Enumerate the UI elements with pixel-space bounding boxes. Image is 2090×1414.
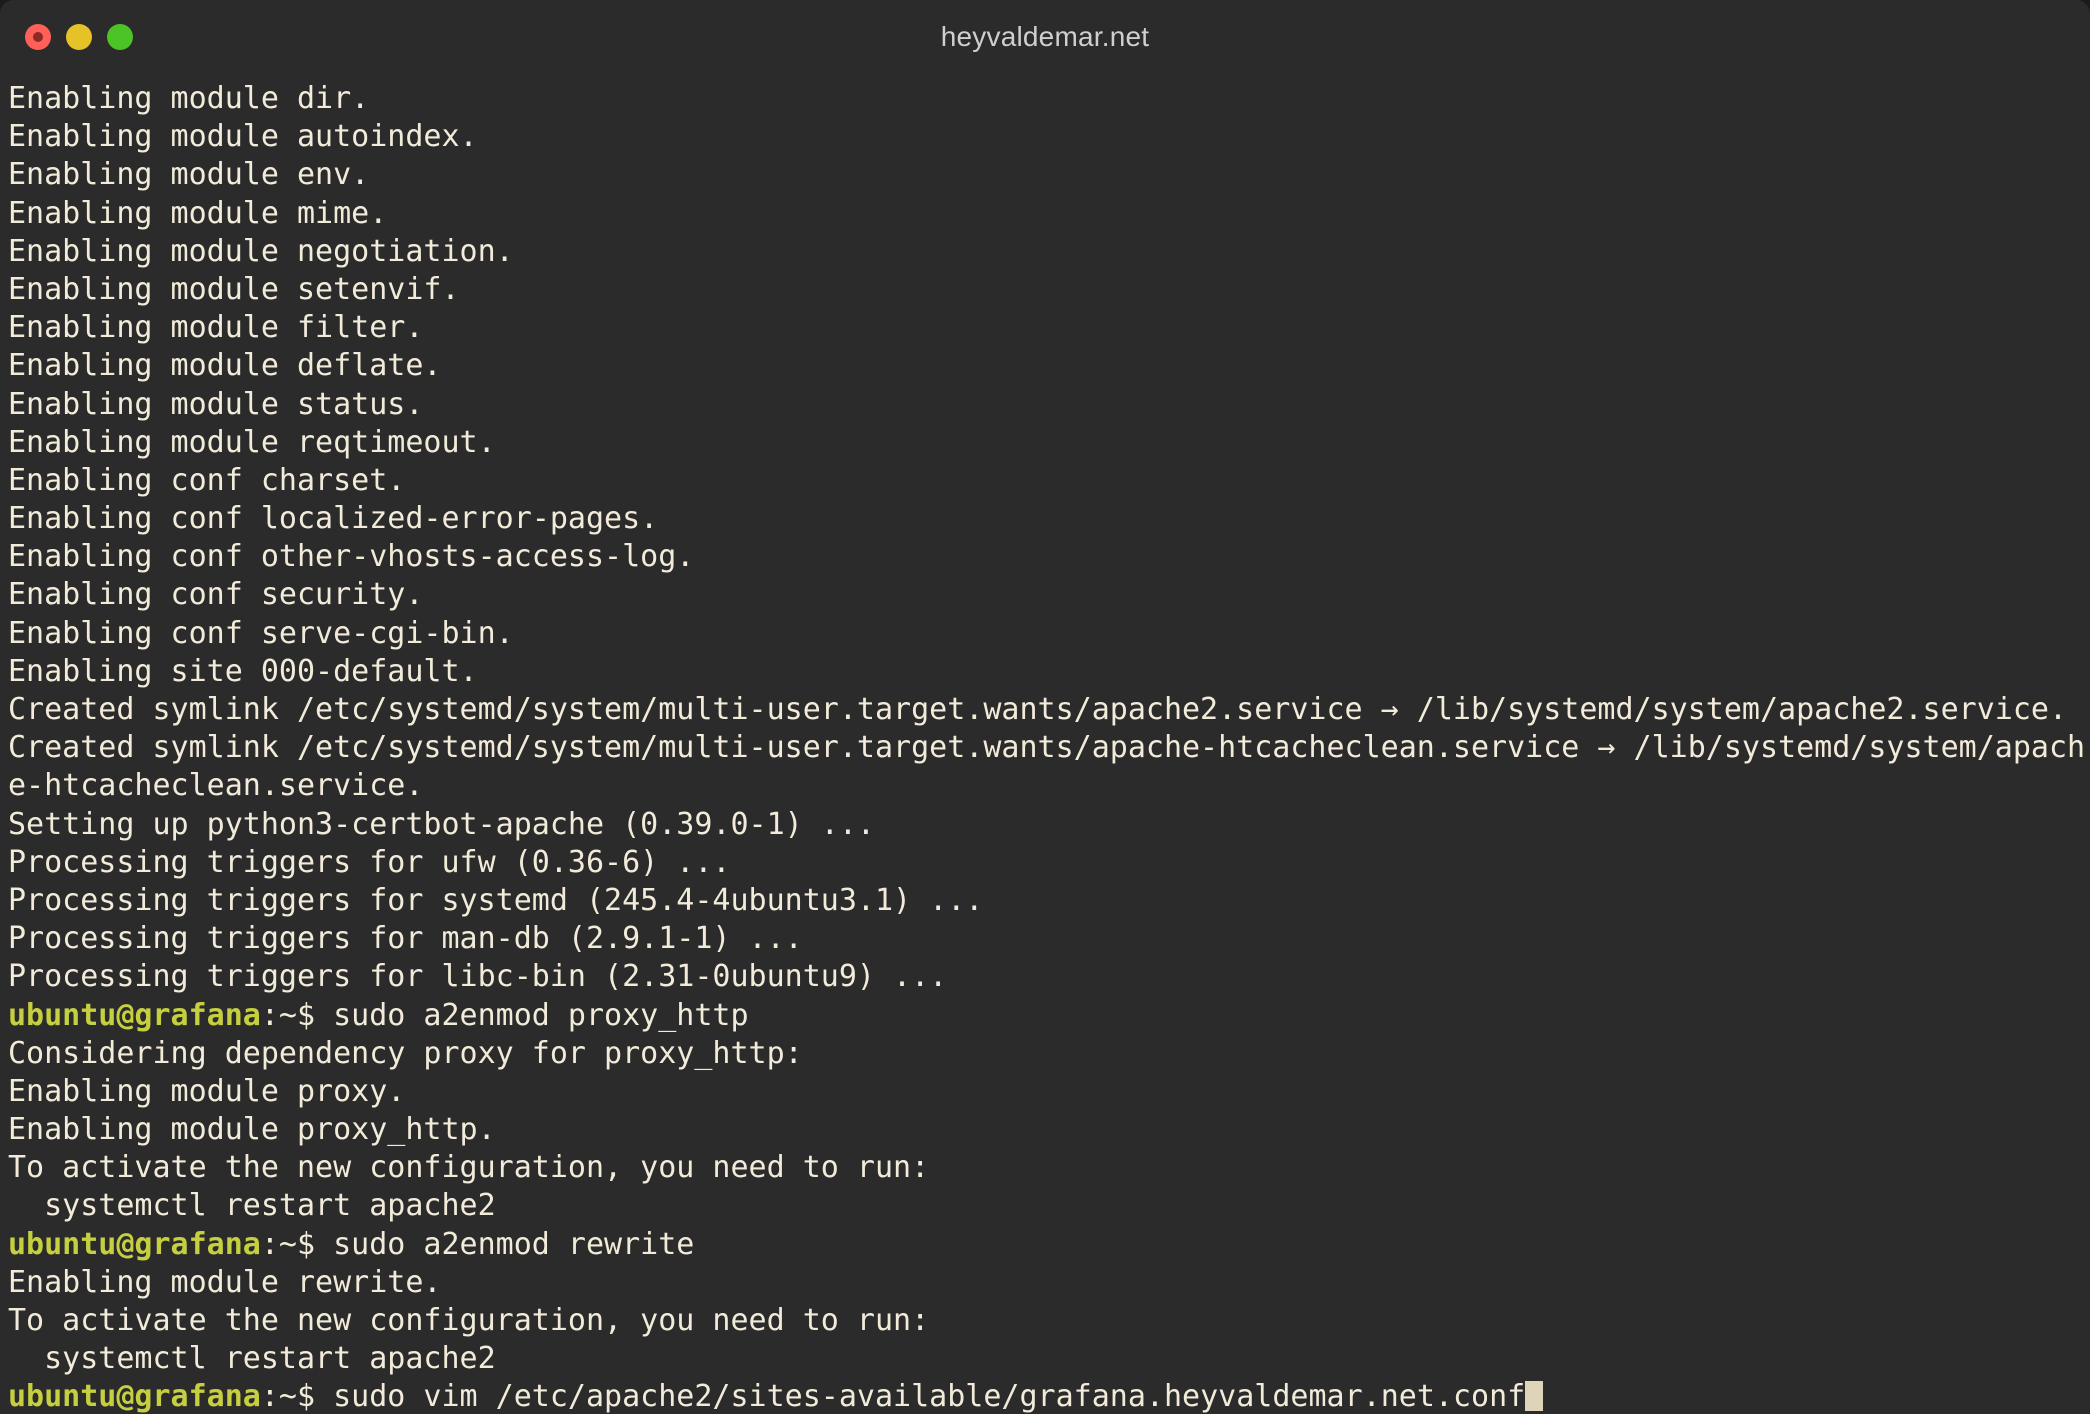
terminal-output-line: Enabling conf serve-cgi-bin. bbox=[8, 615, 514, 651]
terminal-output-line: Created symlink /etc/systemd/system/mult… bbox=[8, 692, 2068, 727]
terminal-output-line: Enabling conf security. bbox=[8, 577, 424, 613]
terminal-output-line: Enabling module proxy_http. bbox=[8, 1112, 496, 1148]
terminal-output-line: Enabling module deflate. bbox=[8, 348, 442, 384]
shell-prompt-user-host: ubuntu@grafana bbox=[8, 1226, 261, 1262]
terminal-command-line: ubuntu@grafana:~$ sudo a2enmod rewrite bbox=[8, 1226, 2090, 1264]
terminal-output-line: Enabling module reqtimeout. bbox=[8, 424, 496, 460]
terminal-output-line: systemctl restart apache2 bbox=[8, 1188, 496, 1224]
terminal-output-line: Enabling module filter. bbox=[8, 310, 424, 346]
shell-prompt-user-host: ubuntu@grafana bbox=[8, 1379, 261, 1414]
shell-prompt-path: :~$ bbox=[260, 1379, 334, 1414]
terminal-output-line: Enabling module proxy. bbox=[8, 1073, 406, 1109]
terminal-output-line: Processing triggers for man-db (2.9.1-1)… bbox=[8, 921, 803, 957]
terminal-output-area[interactable]: Enabling module dir. Enabling module auto… bbox=[0, 74, 2090, 1414]
terminal-command-line: ubuntu@grafana:~$ sudo a2enmod proxy_htt… bbox=[8, 997, 2090, 1035]
terminal-output-line: Processing triggers for systemd (245.4-4… bbox=[8, 882, 984, 918]
terminal-output-line: Enabling module env. bbox=[8, 157, 370, 193]
terminal-output-line: Enabling conf localized-error-pages. bbox=[8, 501, 659, 537]
terminal-output-line: Enabling site 000-default. bbox=[8, 653, 478, 689]
window-title: heyvaldemar.net bbox=[940, 21, 1150, 52]
terminal-output-line: Enabling conf charset. bbox=[8, 462, 406, 498]
terminal-output-line: To activate the new configuration, you n… bbox=[8, 1303, 930, 1338]
window-titlebar: heyvaldemar.net bbox=[0, 0, 2090, 74]
terminal-output-line: Processing triggers for libc-bin (2.31-0… bbox=[8, 959, 948, 995]
terminal-output-line: Enabling module status. bbox=[8, 386, 424, 422]
terminal-output-line: Created symlink /etc/systemd/system/mult… bbox=[8, 730, 2086, 766]
terminal-output-line: Enabling module rewrite. bbox=[8, 1264, 442, 1300]
terminal-output-line: Setting up python3-certbot-apache (0.39.… bbox=[8, 806, 875, 842]
shell-command-text: sudo a2enmod rewrite bbox=[333, 1226, 695, 1262]
terminal-output-line: Enabling module autoindex. bbox=[8, 119, 478, 155]
terminal-output-line: Enabling conf other-vhosts-access-log. bbox=[8, 539, 695, 575]
terminal-output-line: Enabling module negotiation. bbox=[8, 233, 514, 269]
shell-prompt-path: :~$ bbox=[260, 997, 334, 1033]
terminal-window: heyvaldemar.net Enabling module dir. Enab… bbox=[0, 0, 2090, 1414]
shell-command-text: sudo a2enmod proxy_http bbox=[333, 997, 749, 1033]
terminal-output-line: Processing triggers for ufw (0.36-6) ... bbox=[8, 844, 731, 880]
terminal-output-line: systemctl restart apache2 bbox=[8, 1341, 496, 1377]
terminal-output-line: e-htcacheclean.service. bbox=[8, 768, 424, 804]
shell-command-text: sudo vim /etc/apache2/sites-available/gr… bbox=[333, 1379, 1526, 1414]
shell-prompt-path: :~$ bbox=[260, 1226, 334, 1262]
terminal-output-line: To activate the new configuration, you n… bbox=[8, 1150, 930, 1186]
terminal-output-line: Enabling module setenvif. bbox=[8, 271, 460, 307]
shell-prompt-user-host: ubuntu@grafana bbox=[8, 997, 261, 1033]
terminal-output-line: Enabling module mime. bbox=[8, 195, 388, 231]
terminal-output-line: Enabling module dir. bbox=[8, 81, 370, 116]
terminal-output-line: Considering dependency proxy for proxy_h… bbox=[8, 1035, 803, 1071]
text-cursor bbox=[1525, 1381, 1544, 1412]
terminal-command-line: ubuntu@grafana:~$ sudo vim /etc/apache2/… bbox=[8, 1378, 2090, 1414]
